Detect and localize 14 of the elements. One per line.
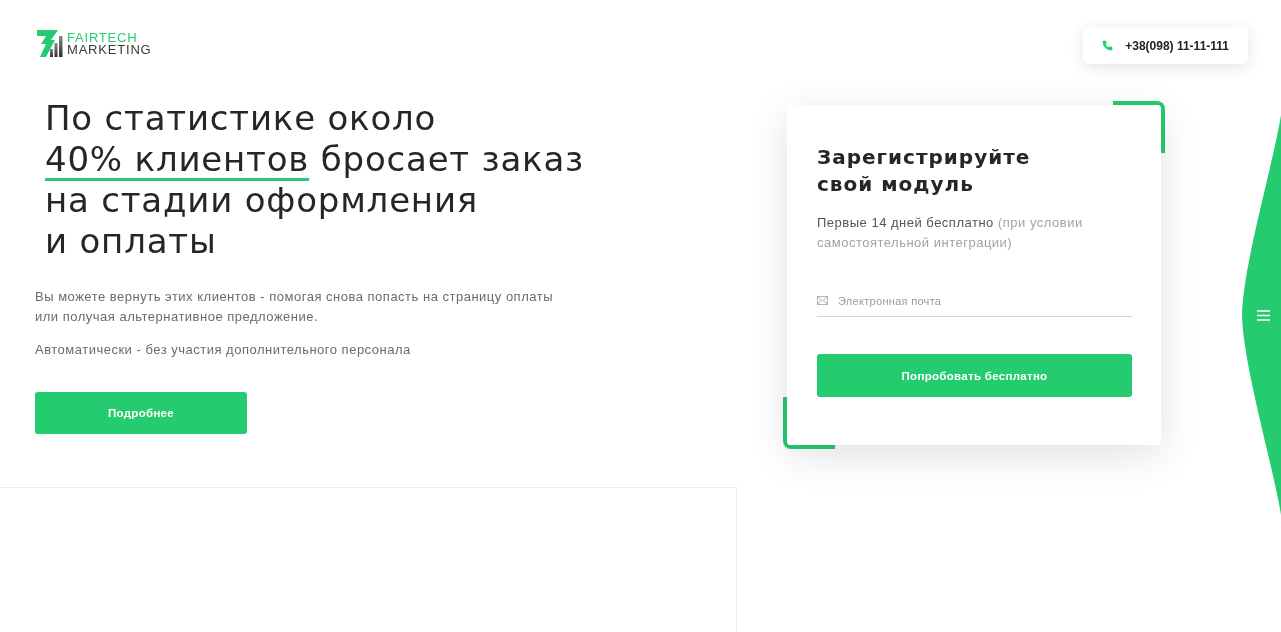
- body-text: Вы можете вернуть этих клиентов - помогая снова попасть на страницу оплаты или получая альтернативное предложение.: [35, 288, 554, 326]
- logo-icon: [37, 30, 63, 57]
- body-text: Автоматически - без участия дополнительного персонала: [35, 341, 411, 359]
- card-description: Первые 14 дней бесплатно (при условии самостоятельной интеграции): [817, 214, 1084, 252]
- card-title: Зарегистрируйте свой модуль: [817, 144, 1032, 198]
- envelope-icon: [817, 296, 828, 305]
- email-field[interactable]: Электронная почта: [817, 285, 1132, 317]
- phone-icon: [1102, 40, 1114, 51]
- try-free-button[interactable]: Попробовать бесплатно: [817, 354, 1132, 397]
- more-button[interactable]: Подробнее: [35, 392, 247, 434]
- menu-icon[interactable]: [1257, 310, 1270, 321]
- phone-button[interactable]: +38(098) 11-11-111: [1083, 27, 1248, 64]
- headline: По статистике около 40% клиентов бросает заказ на стадии оформления и оплаты: [45, 98, 584, 262]
- logo-text: FAIRTECH MARKETING: [67, 31, 152, 56]
